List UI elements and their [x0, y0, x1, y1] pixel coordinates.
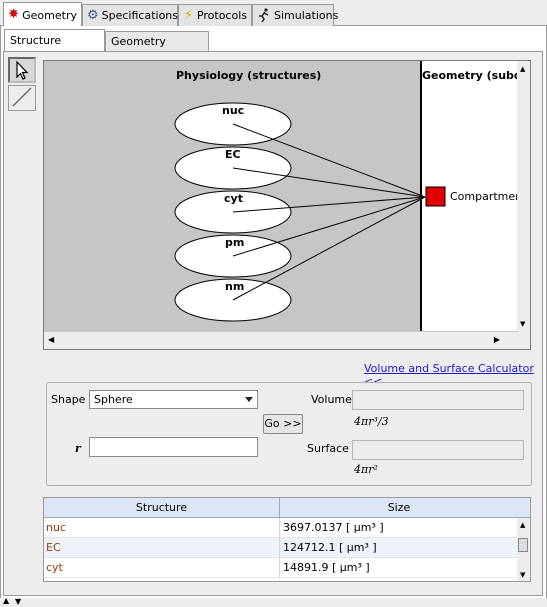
column-header-size[interactable]: Size — [280, 498, 518, 518]
structure-size-table: Structure Size nuc 3697.0137 [ µm³ ] EC … — [43, 497, 531, 582]
table-vertical-scrollbar[interactable]: ▲ ▼ — [517, 518, 530, 581]
structure-label-nuc: nuc — [222, 104, 245, 117]
structure-label-cyt: cyt — [224, 192, 243, 205]
volume-label: Volume — [311, 393, 352, 406]
size-cell[interactable]: 3697.0137 [ µm³ ] — [280, 518, 518, 538]
structure-cell: nuc — [44, 518, 280, 538]
size-cell[interactable]: 14891.9 [ µm³ ] — [280, 558, 518, 578]
diagram-horizontal-scrollbar[interactable]: ◀ ▶ — [44, 331, 518, 349]
tab-geometry-label: Geometry — [22, 8, 77, 22]
table-row[interactable]: cyt 14891.9 [ µm³ ] — [44, 558, 518, 578]
geometry-icon: ✸ — [8, 7, 20, 22]
tool-strip — [8, 57, 38, 115]
scroll-down-arrow-icon[interactable]: ▼ — [520, 571, 525, 579]
collapse-down-icon[interactable]: ▼ — [15, 597, 21, 606]
compartment-node[interactable] — [425, 186, 446, 207]
scroll-left-arrow-icon[interactable]: ◀ — [48, 335, 54, 344]
gears-icon: ⚙ — [87, 7, 99, 23]
column-header-corner — [518, 498, 530, 518]
line-icon — [12, 87, 32, 107]
tab-geometry[interactable]: ✸ Geometry — [3, 2, 82, 27]
scroll-thumb[interactable] — [518, 538, 528, 552]
table-row[interactable]: nuc 3697.0137 [ µm³ ] — [44, 518, 518, 538]
volume-formula: 4πr³/3 — [354, 415, 389, 428]
surface-formula: 4πr² — [354, 463, 378, 476]
scroll-up-arrow-icon[interactable]: ▲ — [520, 65, 525, 73]
compartment-label: Compartment — [450, 190, 527, 203]
pointer-icon — [16, 60, 29, 80]
structure-label-pm: pm — [225, 236, 245, 249]
collapse-up-icon[interactable]: ▲ — [3, 596, 9, 605]
scroll-right-arrow-icon[interactable]: ▶ — [494, 335, 500, 344]
r-label: r — [75, 442, 81, 455]
surface-output[interactable] — [352, 440, 524, 460]
shape-select[interactable]: Sphere — [89, 390, 258, 409]
scroll-down-arrow-icon[interactable]: ▼ — [520, 320, 525, 328]
size-cell[interactable]: 124712.1 [ µm³ ] — [280, 538, 518, 558]
main-tab-bar: ✸ Geometry ⚙ Specifications ⚡ Protocols … — [0, 0, 547, 27]
tab-protocols[interactable]: ⚡ Protocols — [178, 4, 252, 26]
tab-protocols-label: Protocols — [196, 9, 247, 22]
scroll-up-arrow-icon[interactable]: ▲ — [520, 521, 525, 529]
tab-simulations-label: Simulations — [274, 9, 339, 22]
structure-cell: EC — [44, 538, 280, 558]
structure-cell: cyt — [44, 558, 280, 578]
tab-geometry-definition[interactable]: Geometry Definition — [105, 31, 209, 67]
tab-simulations[interactable]: Simulations — [252, 4, 338, 26]
lightning-icon: ⚡ — [183, 7, 194, 23]
tab-structure-mapping[interactable]: Structure Mapping — [4, 29, 105, 68]
diagram-vertical-scrollbar[interactable]: ▲ ▼ — [517, 61, 530, 332]
runner-icon — [257, 7, 271, 24]
volume-output[interactable] — [352, 390, 524, 410]
go-button[interactable]: Go >> — [263, 414, 303, 434]
shape-select-value: Sphere — [94, 393, 133, 406]
table-row[interactable]: EC 124712.1 [ µm³ ] — [44, 538, 518, 558]
tab-specifications[interactable]: ⚙ Specifications — [82, 4, 178, 26]
shape-label: Shape — [51, 393, 86, 406]
structure-label-ec: EC — [225, 148, 241, 161]
scroll-corner — [516, 332, 530, 349]
structure-mapping-diagram: Physiology (structures) Geometry (subdo … — [43, 60, 531, 350]
select-tool-button[interactable] — [8, 57, 36, 83]
line-tool-button[interactable] — [8, 85, 36, 111]
radius-input[interactable] — [89, 437, 258, 457]
tab-specifications-label: Specifications — [101, 9, 179, 22]
column-header-structure[interactable]: Structure — [44, 498, 280, 518]
chevron-down-icon — [245, 397, 253, 402]
surface-label: Surface — [307, 442, 349, 455]
splitter-bar[interactable]: ▲ ▼ — [0, 596, 547, 607]
structure-label-nm: nm — [225, 280, 245, 293]
